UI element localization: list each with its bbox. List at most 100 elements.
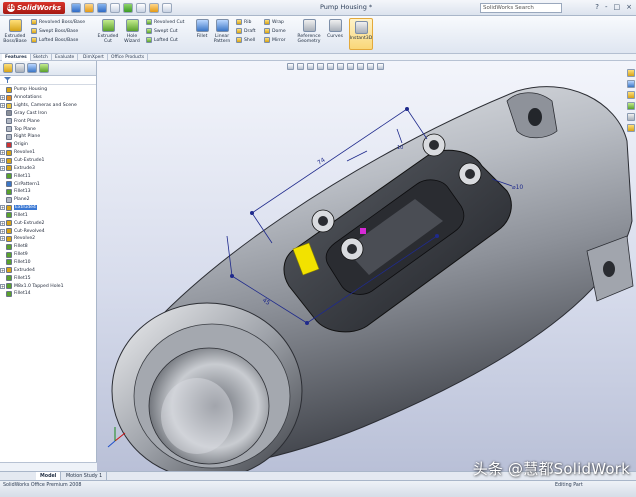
expand-toggle-icon[interactable]: + [0, 150, 5, 156]
tree-node-label: Cut-Revolve4 [14, 228, 45, 234]
plane-icon [6, 126, 12, 133]
fillet-button[interactable]: Fillet [194, 19, 210, 39]
expand-toggle-icon[interactable]: + [0, 228, 5, 234]
expand-toggle-icon[interactable]: + [0, 220, 5, 226]
save-icon[interactable] [97, 2, 108, 13]
tree-node[interactable]: Fillet14 [0, 290, 96, 298]
shell-button[interactable]: Shell [236, 36, 256, 44]
draft-button[interactable]: Draft [236, 27, 256, 35]
expand-toggle-icon[interactable]: + [0, 103, 5, 109]
tree-node[interactable]: + Lights, Cameras and Scene [0, 102, 96, 110]
tree-node[interactable]: Fillet11 [0, 172, 96, 180]
expand-toggle-icon[interactable]: + [0, 283, 5, 289]
tree-node[interactable]: + Revolve2 [0, 235, 96, 243]
solidworks-logo[interactable]: ds SolidWorks [3, 1, 66, 14]
new-document-icon[interactable] [71, 2, 82, 13]
tree-node[interactable]: + Extrude3 [0, 164, 96, 172]
undo-icon[interactable] [123, 2, 134, 13]
tree-node[interactable]: Gray Cast Iron [0, 110, 96, 118]
tree-node[interactable]: Fillet15 [0, 274, 96, 282]
tree-filter[interactable] [0, 76, 96, 85]
search-input[interactable]: SolidWorks Search [480, 3, 562, 13]
tab-dimxpert[interactable]: DimXpert [80, 54, 108, 61]
tree-node[interactable]: Front Plane [0, 117, 96, 125]
tree-node[interactable]: + Revolve1 [0, 149, 96, 157]
expand-toggle-icon[interactable]: + [0, 158, 5, 164]
linear-pattern-button[interactable]: Linear Pattern [211, 19, 233, 44]
revolved-boss-button[interactable]: Revolved Boss/Base [31, 18, 85, 26]
rib-button[interactable]: Rib [236, 18, 256, 26]
tree-node[interactable]: + Annotations [0, 94, 96, 102]
expand-toggle-icon[interactable]: + [0, 165, 5, 171]
tree-node[interactable]: Origin [0, 141, 96, 149]
status-bar: SolidWorks Office Premium 2008 Editing P… [0, 480, 636, 497]
close-button[interactable]: × [626, 3, 632, 11]
lofted-cut-button[interactable]: Lofted Cut [146, 36, 184, 44]
mirror-button[interactable]: Mirror [264, 36, 286, 44]
tree-node[interactable]: + Cut-Extrude2 [0, 219, 96, 227]
dome-button[interactable]: Dome [264, 27, 286, 35]
dimension-small-label[interactable]: 10 [397, 145, 403, 151]
curves-button[interactable]: Curves [325, 19, 345, 39]
open-folder-icon[interactable] [84, 2, 95, 13]
revolved-cut-button[interactable]: Revolved Cut [146, 18, 184, 26]
graphics-area[interactable]: 74 ⌀10 10 45 [97, 61, 636, 471]
rebuild-icon[interactable] [149, 2, 160, 13]
tree-node[interactable]: Pump Housing [0, 86, 96, 94]
minimize-button[interactable]: - [605, 3, 608, 11]
tree-node[interactable]: + Extrude4 [0, 266, 96, 274]
tab-evaluate[interactable]: Evaluate [52, 54, 79, 61]
tree-node-label: Cut-Extrude1 [14, 158, 45, 164]
tree-node[interactable]: Top Plane [0, 125, 96, 133]
extruded-cut-button[interactable]: Extruded Cut [96, 19, 120, 44]
tree-node[interactable]: Right Plane [0, 133, 96, 141]
tree-node-label: Revolve1 [14, 150, 36, 156]
tree-node[interactable]: Plane2 [0, 196, 96, 204]
fillet-icon [6, 259, 12, 266]
tab-sketch[interactable]: Sketch [30, 54, 52, 61]
feature-icon [6, 267, 12, 274]
tree-node[interactable]: Fillet10 [0, 259, 96, 267]
print-icon[interactable] [110, 2, 121, 13]
lofted-boss-button[interactable]: Lofted Boss/Base [31, 36, 85, 44]
property-manager-tab-icon[interactable] [15, 63, 25, 73]
tree-node[interactable]: + Extrude4 [0, 204, 96, 212]
help-button[interactable]: ? [595, 3, 599, 11]
dimension-diameter-label[interactable]: ⌀10 [512, 184, 523, 191]
instant3d-button[interactable]: Instant3D [349, 18, 373, 50]
linear-pattern-icon [215, 19, 229, 32]
extruded-boss-button[interactable]: Extruded Boss/Base [3, 19, 27, 44]
expand-toggle-icon[interactable]: + [0, 236, 5, 242]
dimension-length-label[interactable]: 74 [316, 157, 326, 167]
expand-toggle-icon[interactable]: + [0, 267, 5, 273]
tab-office-products[interactable]: Office Products [108, 54, 149, 61]
tree-node[interactable]: Fillet13 [0, 188, 96, 196]
tree-node[interactable]: + M8x1.0 Tapped Hole1 [0, 282, 96, 290]
tree-node[interactable]: + Cut-Extrude1 [0, 157, 96, 165]
configuration-tab-icon[interactable] [27, 63, 37, 73]
swept-cut-button[interactable]: Swept Cut [146, 27, 184, 35]
tree-node[interactable]: + Cut-Revolve4 [0, 227, 96, 235]
feature-tree-tab-icon[interactable] [3, 63, 13, 73]
tab-features[interactable]: Features [2, 54, 31, 61]
tree-node-label: Cut-Extrude2 [14, 220, 45, 226]
feature-manager-panel: Pump Housing + Annotations + Lights, Cameras… [0, 61, 97, 471]
options-icon[interactable] [162, 2, 173, 13]
hole-wizard-button[interactable]: Hole Wizard [122, 19, 142, 44]
expand-toggle-icon[interactable]: + [0, 205, 5, 211]
dimxpert-tab-icon[interactable] [39, 63, 49, 73]
swept-boss-button[interactable]: Swept Boss/Base [31, 27, 85, 35]
tree-node[interactable]: Fillet1 [0, 212, 96, 220]
tree-node[interactable]: Fillet9 [0, 251, 96, 259]
wrap-button[interactable]: Wrap [264, 18, 286, 26]
expand-toggle-icon[interactable]: + [0, 95, 5, 101]
reference-geometry-button[interactable]: Reference Geometry [295, 19, 323, 44]
tree-node[interactable]: CirPattern1 [0, 180, 96, 188]
maximize-button[interactable]: □ [614, 3, 621, 11]
select-icon[interactable] [136, 2, 147, 13]
tree-node[interactable]: Fillet8 [0, 243, 96, 251]
mirror-icon [264, 37, 270, 43]
